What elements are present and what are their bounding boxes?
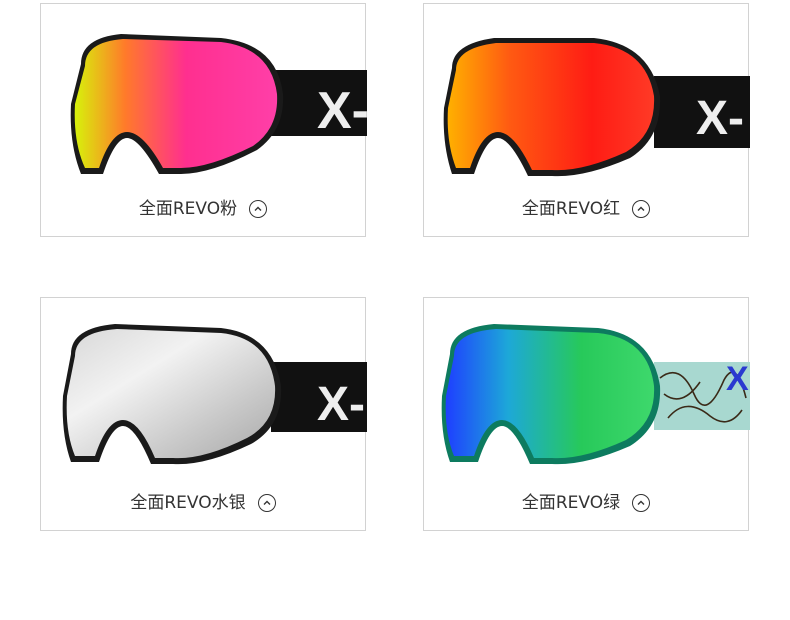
- product-card-pink[interactable]: X- 全面REVO粉: [40, 3, 367, 237]
- chevron-up-icon[interactable]: [632, 200, 651, 218]
- goggle-image: X-: [70, 34, 367, 174]
- svg-text:X-: X-: [317, 378, 365, 431]
- svg-text:X-: X-: [696, 92, 744, 145]
- svg-text:X-: X-: [317, 82, 367, 140]
- product-caption: 全面REVO绿: [424, 488, 748, 518]
- product-card-red[interactable]: X- 全面REVO红: [423, 3, 750, 237]
- product-caption: 全面REVO红: [424, 194, 748, 224]
- chevron-up-icon[interactable]: [257, 494, 276, 512]
- product-card-silver[interactable]: X- 全面REVO水银: [40, 297, 367, 531]
- goggle-image: X-: [62, 324, 367, 465]
- product-label: 全面REVO粉: [138, 199, 238, 219]
- product-caption: 全面REVO粉: [41, 194, 365, 224]
- svg-text:X: X: [726, 360, 749, 398]
- goggle-image: X: [441, 324, 750, 465]
- chevron-up-icon[interactable]: [249, 200, 268, 218]
- product-caption: 全面REVO水银: [41, 488, 365, 518]
- product-label: 全面REVO红: [521, 199, 621, 219]
- product-label: 全面REVO水银: [130, 493, 246, 513]
- chevron-up-icon[interactable]: [632, 494, 651, 512]
- goggle-image: X-: [443, 38, 750, 177]
- product-label: 全面REVO绿: [521, 493, 621, 513]
- product-card-green[interactable]: X 全面REVO绿: [423, 297, 750, 531]
